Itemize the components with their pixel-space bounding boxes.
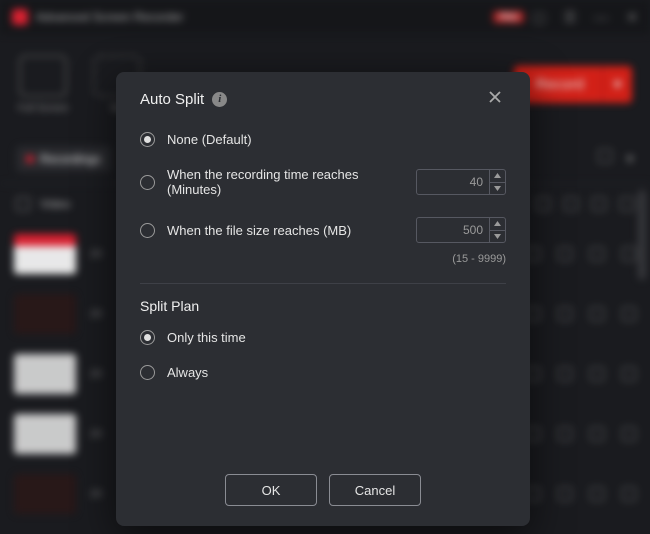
header-action-icon[interactable]: [620, 197, 634, 211]
pro-badge: PRO: [493, 11, 525, 23]
option-none-label: None (Default): [167, 132, 506, 147]
thumbnail: [14, 474, 76, 514]
minimize-icon[interactable]: —: [594, 9, 608, 26]
divider: [140, 283, 506, 284]
tab-recordings-label: Recordings: [40, 152, 101, 166]
time-step-up[interactable]: [490, 170, 505, 183]
close-icon[interactable]: [488, 90, 506, 108]
app-logo-icon: [12, 9, 28, 25]
lock-icon[interactable]: ▢: [532, 9, 545, 26]
tab-recordings[interactable]: Recordings: [16, 146, 111, 172]
split-plan-title: Split Plan: [140, 298, 506, 314]
size-spinner: [489, 218, 505, 242]
cancel-button-label: Cancel: [355, 483, 395, 498]
thumbnail: [14, 414, 76, 454]
size-step-down[interactable]: [490, 231, 505, 243]
thumbnail: [14, 234, 76, 274]
time-input-field[interactable]: [417, 175, 489, 189]
close-window-icon[interactable]: ✕: [626, 9, 638, 26]
checkbox-icon[interactable]: [16, 197, 30, 211]
option-by-time[interactable]: When the recording time reaches (Minutes…: [140, 167, 506, 197]
plan-always-label: Always: [167, 365, 506, 380]
radio-icon[interactable]: [140, 365, 155, 380]
fullscreen-mode[interactable]: Full Screen: [18, 55, 69, 114]
dropdown-icon[interactable]: ▾: [626, 149, 634, 169]
ok-button-label: OK: [262, 483, 281, 498]
cancel-button[interactable]: Cancel: [329, 474, 421, 506]
dialog-header: Auto Split i: [140, 90, 506, 108]
time-input[interactable]: [416, 169, 506, 195]
info-icon[interactable]: i: [212, 92, 227, 107]
radio-icon[interactable]: [140, 132, 155, 147]
size-hint: (15 - 9999): [140, 253, 506, 265]
record-button[interactable]: Record ▾: [514, 66, 632, 103]
size-input-field[interactable]: [417, 223, 489, 237]
option-by-time-label: When the recording time reaches (Minutes…: [167, 167, 404, 197]
scrollbar[interactable]: [638, 190, 646, 280]
grid-icon[interactable]: [598, 149, 612, 163]
record-dropdown[interactable]: ▾: [602, 66, 632, 103]
ok-button[interactable]: OK: [225, 474, 317, 506]
dialog-footer: OK Cancel: [140, 454, 506, 506]
option-by-size-label: When the file size reaches (MB): [167, 223, 404, 238]
auto-split-dialog: Auto Split i None (Default) When the rec…: [116, 72, 530, 526]
plan-always[interactable]: Always: [140, 365, 506, 380]
header-action-icon[interactable]: [536, 197, 550, 211]
time-spinner: [489, 170, 505, 194]
option-none[interactable]: None (Default): [140, 132, 506, 147]
thumbnail: [14, 354, 76, 394]
thumbnail: [14, 294, 76, 334]
split-mode-group: None (Default) When the recording time r…: [140, 132, 506, 265]
radio-icon[interactable]: [140, 330, 155, 345]
settings-icon[interactable]: ☰: [564, 9, 577, 26]
radio-icon[interactable]: [140, 223, 155, 238]
plan-once-label: Only this time: [167, 330, 506, 345]
size-step-up[interactable]: [490, 218, 505, 231]
recording-dot-icon: [26, 155, 34, 163]
dialog-title: Auto Split: [140, 91, 204, 108]
window-controls: ▢ ☰ — ✕: [532, 9, 638, 26]
option-by-size[interactable]: When the file size reaches (MB): [140, 217, 506, 243]
video-column-header: Video: [40, 197, 70, 211]
record-button-label: Record: [536, 76, 584, 93]
header-action-icon[interactable]: [564, 197, 578, 211]
plan-once[interactable]: Only this time: [140, 330, 506, 345]
app-title: Advanced Screen Recorder: [36, 10, 485, 24]
split-plan-group: Only this time Always: [140, 330, 506, 380]
fullscreen-icon: [19, 55, 67, 97]
header-action-icon[interactable]: [592, 197, 606, 211]
radio-icon[interactable]: [140, 175, 155, 190]
size-input[interactable]: [416, 217, 506, 243]
titlebar: Advanced Screen Recorder PRO ▢ ☰ — ✕: [0, 0, 650, 34]
time-step-down[interactable]: [490, 183, 505, 195]
